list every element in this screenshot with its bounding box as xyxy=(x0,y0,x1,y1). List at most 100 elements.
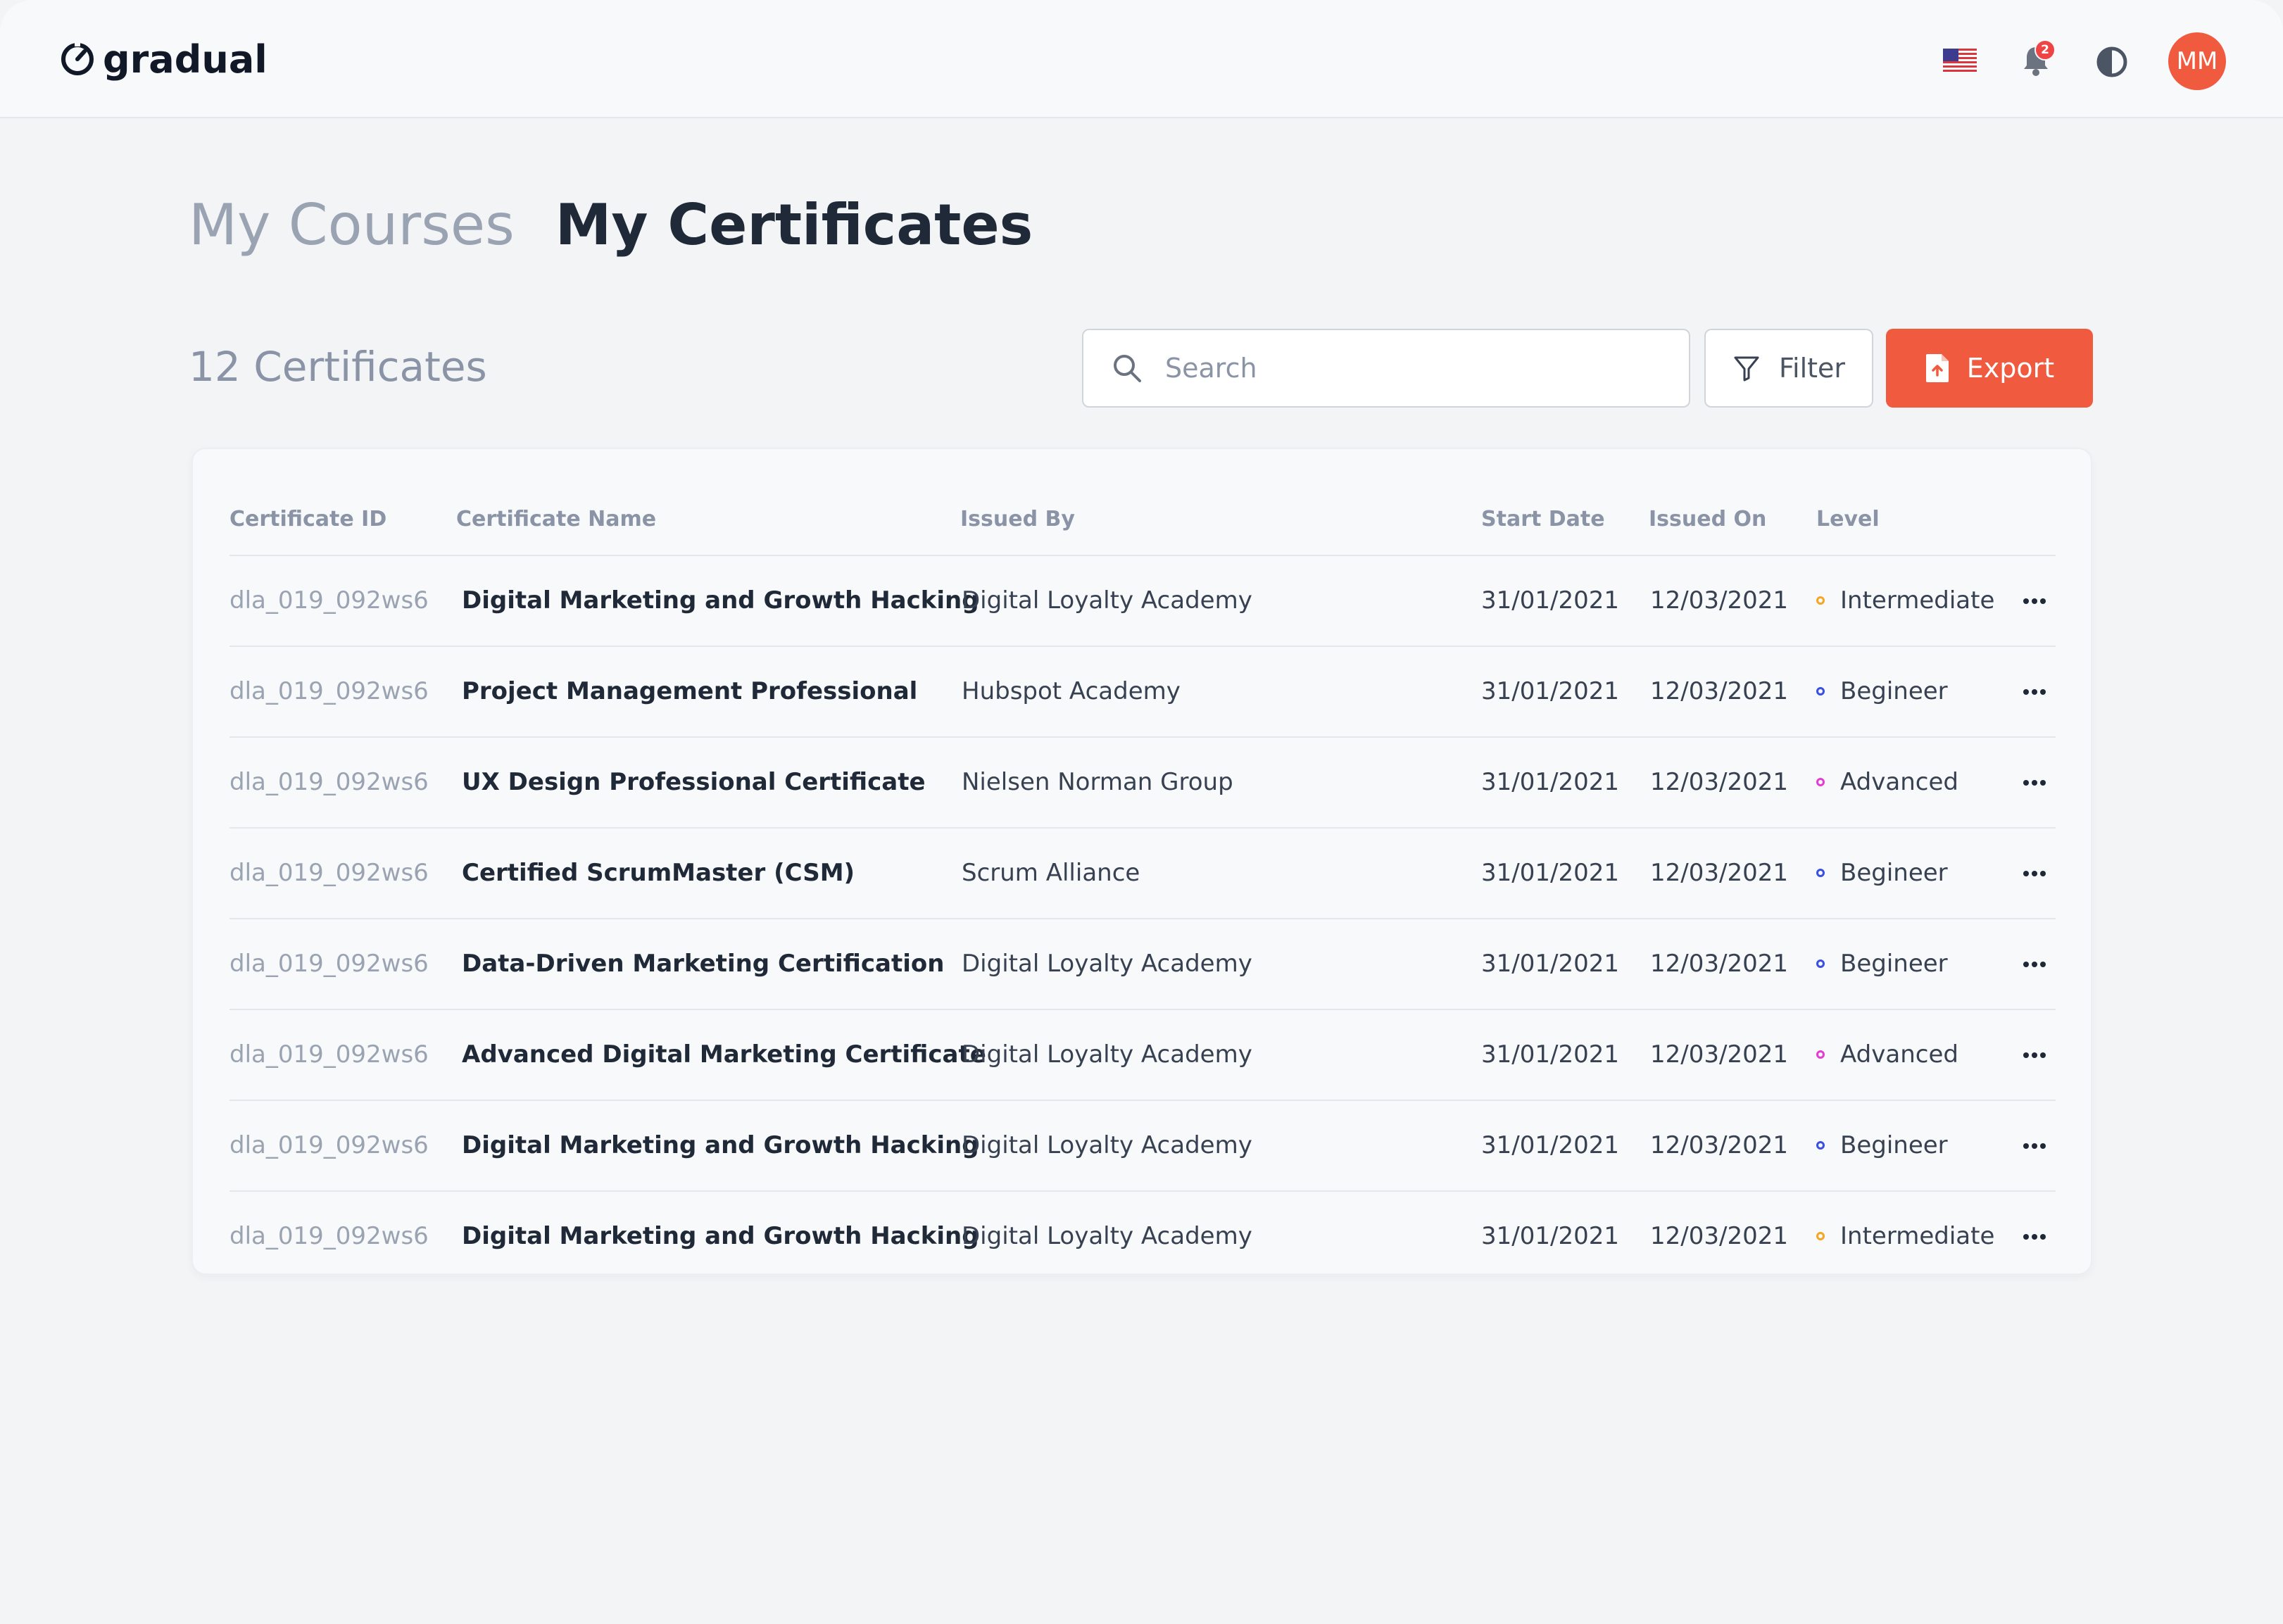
certificate-id: dla_019_092ws6 xyxy=(229,1040,429,1069)
issued-by: Scrum Alliance xyxy=(962,859,1140,887)
certificate-name[interactable]: Advanced Digital Marketing Certificate xyxy=(462,1038,986,1071)
certificate-name[interactable]: UX Design Professional Certificate xyxy=(462,766,926,798)
certificate-name[interactable]: Digital Marketing and Growth Hacking xyxy=(462,1129,979,1162)
us-flag-icon xyxy=(1943,49,1977,73)
level-badge: Advanced xyxy=(1816,766,1958,798)
more-horizontal-icon xyxy=(2023,1143,2046,1149)
issued-on: 12/03/2021 xyxy=(1650,677,1788,705)
search-box[interactable] xyxy=(1082,329,1690,408)
search-input[interactable] xyxy=(1164,352,1659,384)
certificate-id: dla_019_092ws6 xyxy=(229,768,429,796)
file-upload-icon xyxy=(1925,354,1949,382)
table-row[interactable]: dla_019_092ws6 Digital Marketing and Grow… xyxy=(229,1101,2056,1192)
language-selector[interactable] xyxy=(1943,48,1977,73)
start-date: 31/01/2021 xyxy=(1481,768,1619,796)
level-dot-icon xyxy=(1816,687,1825,695)
level-badge: Begineer xyxy=(1816,857,1948,889)
more-horizontal-icon xyxy=(2023,962,2046,967)
theme-toggle[interactable] xyxy=(2094,44,2130,80)
more-options-button[interactable] xyxy=(2020,587,2049,615)
issued-on: 12/03/2021 xyxy=(1650,586,1788,615)
issued-by: Digital Loyalty Academy xyxy=(962,1040,1252,1069)
level-dot-icon xyxy=(1816,1141,1825,1150)
level-label: Intermediate xyxy=(1840,586,1995,615)
level-dot-icon xyxy=(1816,596,1825,605)
start-date: 31/01/2021 xyxy=(1481,950,1619,978)
more-horizontal-icon xyxy=(2023,598,2046,604)
more-options-button[interactable] xyxy=(2020,1041,2049,1069)
notifications-button[interactable]: 2 xyxy=(2018,39,2056,80)
more-options-button[interactable] xyxy=(2020,769,2049,797)
header-certificate-name[interactable]: Certificate Name xyxy=(456,505,656,534)
level-label: Begineer xyxy=(1840,1131,1948,1159)
issued-on: 12/03/2021 xyxy=(1650,859,1788,887)
table-row[interactable]: dla_019_092ws6 Digital Marketing and Grow… xyxy=(229,556,2056,647)
level-dot-icon xyxy=(1816,778,1825,786)
certificate-name[interactable]: Project Management Professional xyxy=(462,675,917,707)
level-badge: Begineer xyxy=(1816,675,1948,707)
header-level[interactable]: Level xyxy=(1816,505,1880,534)
issued-on: 12/03/2021 xyxy=(1650,1222,1788,1250)
header-issued-on[interactable]: Issued On xyxy=(1649,505,1766,534)
filter-button[interactable]: Filter xyxy=(1704,329,1873,408)
level-label: Intermediate xyxy=(1840,1222,1995,1250)
more-horizontal-icon xyxy=(2023,871,2046,876)
page-tabs: My Courses My Certificates xyxy=(189,190,1074,260)
certificate-count: 12 Certificates xyxy=(189,343,487,391)
table-row[interactable]: dla_019_092ws6 UX Design Professional Cer… xyxy=(229,738,2056,829)
export-button[interactable]: Export xyxy=(1886,329,2093,408)
level-badge: Begineer xyxy=(1816,948,1948,980)
tab-my-courses[interactable]: My Courses xyxy=(189,190,515,260)
start-date: 31/01/2021 xyxy=(1481,586,1619,615)
export-label: Export xyxy=(1966,353,2055,384)
issued-by: Hubspot Academy xyxy=(962,677,1181,705)
notification-count-badge: 2 xyxy=(2034,39,2056,61)
certificate-name[interactable]: Digital Marketing and Growth Hacking xyxy=(462,584,979,617)
filter-icon xyxy=(1734,356,1759,382)
table-header: Certificate ID Certificate Name Issued B… xyxy=(229,477,2056,556)
level-badge: Intermediate xyxy=(1816,1220,1994,1252)
more-options-button[interactable] xyxy=(2020,678,2049,706)
certificate-name[interactable]: Digital Marketing and Growth Hacking xyxy=(462,1220,979,1252)
issued-by: Digital Loyalty Academy xyxy=(962,1131,1252,1159)
level-label: Advanced xyxy=(1840,1040,1958,1069)
level-badge: Advanced xyxy=(1816,1038,1958,1071)
app-window: gradual 2 MM My Courses My Certificates … xyxy=(0,0,2283,1624)
more-options-button[interactable] xyxy=(2020,1132,2049,1160)
level-dot-icon xyxy=(1816,1050,1825,1059)
header-issued-by[interactable]: Issued By xyxy=(960,505,1075,534)
level-label: Begineer xyxy=(1840,950,1948,978)
avatar[interactable]: MM xyxy=(2168,32,2226,90)
table-row[interactable]: dla_019_092ws6 Advanced Digital Marketing… xyxy=(229,1010,2056,1101)
tab-my-certificates[interactable]: My Certificates xyxy=(555,190,1033,260)
more-horizontal-icon xyxy=(2023,689,2046,695)
search-icon xyxy=(1114,355,1141,382)
issued-by: Nielsen Norman Group xyxy=(962,768,1233,796)
certificate-id: dla_019_092ws6 xyxy=(229,586,429,615)
header-certificate-id[interactable]: Certificate ID xyxy=(229,505,386,534)
header-start-date[interactable]: Start Date xyxy=(1481,505,1605,534)
certificate-id: dla_019_092ws6 xyxy=(229,677,429,705)
certificate-id: dla_019_092ws6 xyxy=(229,859,429,887)
table-row[interactable]: dla_019_092ws6 Project Management Profess… xyxy=(229,647,2056,738)
issued-on: 12/03/2021 xyxy=(1650,950,1788,978)
start-date: 31/01/2021 xyxy=(1481,1131,1619,1159)
issued-on: 12/03/2021 xyxy=(1650,1131,1788,1159)
more-options-button[interactable] xyxy=(2020,1223,2049,1251)
more-horizontal-icon xyxy=(2023,780,2046,786)
table-row[interactable]: dla_019_092ws6 Data-Driven Marketing Cert… xyxy=(229,919,2056,1010)
level-badge: Intermediate xyxy=(1816,584,1994,617)
certificate-name[interactable]: Data-Driven Marketing Certification xyxy=(462,948,944,980)
level-badge: Begineer xyxy=(1816,1129,1948,1162)
table-row[interactable]: dla_019_092ws6 Digital Marketing and Grow… xyxy=(229,1192,2056,1283)
start-date: 31/01/2021 xyxy=(1481,677,1619,705)
issued-on: 12/03/2021 xyxy=(1650,768,1788,796)
more-options-button[interactable] xyxy=(2020,860,2049,888)
certificate-id: dla_019_092ws6 xyxy=(229,1131,429,1159)
logo[interactable]: gradual xyxy=(59,35,268,83)
certificates-table: Certificate ID Certificate Name Issued B… xyxy=(191,448,2092,1275)
table-row[interactable]: dla_019_092ws6 Certified ScrumMaster (CSM… xyxy=(229,829,2056,919)
certificate-name[interactable]: Certified ScrumMaster (CSM) xyxy=(462,857,855,889)
start-date: 31/01/2021 xyxy=(1481,1222,1619,1250)
more-options-button[interactable] xyxy=(2020,950,2049,978)
